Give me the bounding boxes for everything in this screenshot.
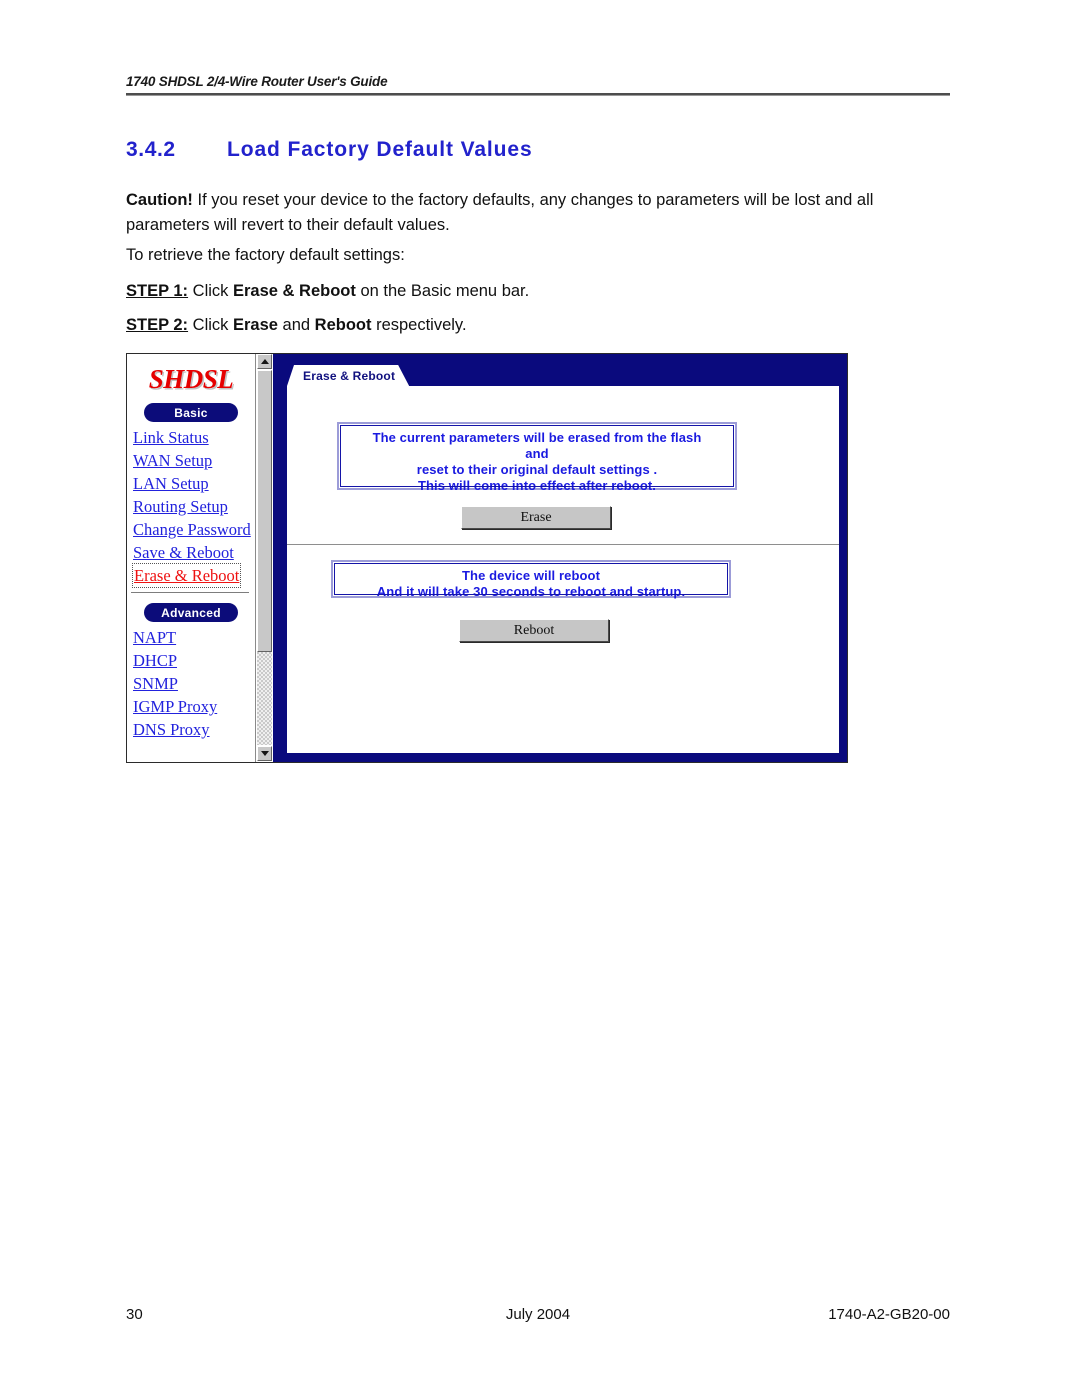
sidebar-scrollbar[interactable] xyxy=(256,354,273,762)
advanced-menu-list: NAPT DHCP SNMP IGMP Proxy DNS Proxy xyxy=(127,626,255,741)
erase-message-line-1: The current parameters will be erased fr… xyxy=(372,430,702,445)
caution-label: Caution! xyxy=(126,191,193,209)
sidebar-label[interactable]: Erase & Reboot xyxy=(131,563,242,588)
sidebar-label[interactable]: Change Password xyxy=(133,520,251,539)
footer-date: July 2004 xyxy=(505,1306,571,1323)
erase-message-line-3: reset to their original default settings… xyxy=(416,462,658,477)
sidebar-item-save-and-reboot[interactable]: Save & Reboot xyxy=(133,541,255,564)
page-running-header: 1740 SHDSL 2/4-Wire Router User's Guide xyxy=(126,74,950,96)
sidebar-item-routing-setup[interactable]: Routing Setup xyxy=(133,495,255,518)
sidebar-item-snmp[interactable]: SNMP xyxy=(133,672,255,695)
reboot-message-line-2: And it will take 30 seconds to reboot an… xyxy=(376,584,686,599)
scrollbar-track[interactable] xyxy=(257,370,272,745)
sidebar-label[interactable]: IGMP Proxy xyxy=(133,697,217,716)
sidebar-divider xyxy=(131,592,249,593)
sidebar-item-erase-and-reboot[interactable]: Erase & Reboot xyxy=(131,563,255,588)
section-number: 3.4.2 xyxy=(126,138,176,161)
scrollbar-thumb[interactable] xyxy=(257,370,272,652)
tab-erase-and-reboot[interactable]: Erase & Reboot xyxy=(287,365,409,386)
caution-paragraph: Caution! If you reset your device to the… xyxy=(126,188,938,238)
section-title: Load Factory Default Values xyxy=(227,138,533,161)
shdsl-logo: SHDSL xyxy=(148,364,234,394)
router-ui-screenshot: SHDSL Basic Link Status WAN Setup LAN Se… xyxy=(126,353,848,763)
sidebar-label[interactable]: Routing Setup xyxy=(133,497,228,516)
sidebar-item-link-status[interactable]: Link Status xyxy=(133,426,255,449)
step-2-bold-term-erase: Erase xyxy=(232,316,278,334)
sidebar-label[interactable]: LAN Setup xyxy=(133,474,209,493)
sidebar-label[interactable]: WAN Setup xyxy=(133,451,212,470)
sidebar-label[interactable]: Save & Reboot xyxy=(133,543,234,562)
running-header-text: 1740 SHDSL 2/4-Wire Router User's Guide xyxy=(126,74,388,89)
page-footer: 30 July 2004 1740-A2-GB20-00 xyxy=(126,1306,950,1323)
section-divider-rule xyxy=(287,544,839,545)
scroll-down-button[interactable] xyxy=(257,746,272,761)
erase-message-line-4: This will come into effect after reboot. xyxy=(417,478,657,493)
erase-message-line-2: and xyxy=(525,446,549,461)
tab-strip: Erase & Reboot xyxy=(273,354,847,386)
router-sidebar: SHDSL Basic Link Status WAN Setup LAN Se… xyxy=(127,354,256,762)
router-content-pane: The current parameters will be erased fr… xyxy=(287,386,839,753)
step-2-label: STEP 2: xyxy=(126,316,189,334)
advanced-menu-pill[interactable]: Advanced xyxy=(144,603,238,622)
sidebar-label[interactable]: DHCP xyxy=(133,651,177,670)
step-2-bold-term-reboot: Reboot xyxy=(314,316,372,334)
scroll-up-arrow-icon xyxy=(260,359,269,364)
footer-page-number: 30 xyxy=(126,1306,143,1323)
step-2-mid-text: and xyxy=(277,316,315,334)
sidebar-label[interactable]: NAPT xyxy=(133,628,176,647)
reboot-button[interactable]: Reboot xyxy=(459,619,609,642)
step-1-label: STEP 1: xyxy=(126,282,189,300)
sidebar-item-clipped[interactable] xyxy=(127,742,255,748)
sidebar-label[interactable]: Link Status xyxy=(133,428,209,447)
router-content-frame: Erase & Reboot The current parameters wi… xyxy=(273,354,847,762)
erase-message-box: The current parameters will be erased fr… xyxy=(337,422,737,493)
sidebar-item-lan-setup[interactable]: LAN Setup xyxy=(133,472,255,495)
basic-menu-pill[interactable]: Basic xyxy=(144,403,238,422)
sidebar-item-dns-proxy[interactable]: DNS Proxy xyxy=(133,718,255,741)
step-1-paragraph: STEP 1: Click Erase & Reboot on the Basi… xyxy=(126,279,938,304)
sidebar-item-wan-setup[interactable]: WAN Setup xyxy=(133,449,255,472)
sidebar-item-dhcp[interactable]: DHCP xyxy=(133,649,255,672)
step-2-paragraph: STEP 2: Click Erase and Reboot respectiv… xyxy=(126,313,938,338)
sidebar-label[interactable]: DNS Proxy xyxy=(133,720,210,739)
reboot-message-box: The device will reboot And it will take … xyxy=(331,560,731,599)
footer-document-number: 1740-A2-GB20-00 xyxy=(828,1306,950,1323)
header-divider-rule xyxy=(126,93,950,96)
sidebar-item-napt[interactable]: NAPT xyxy=(133,626,255,649)
retrieve-paragraph: To retrieve the factory default settings… xyxy=(126,246,405,264)
sidebar-item-change-password[interactable]: Change Password xyxy=(133,518,255,541)
sidebar-item-igmp-proxy[interactable]: IGMP Proxy xyxy=(133,695,255,718)
step-1-bold-term: Erase & Reboot xyxy=(232,282,356,300)
basic-menu-list: Link Status WAN Setup LAN Setup Routing … xyxy=(127,426,255,588)
sidebar-label[interactable]: SNMP xyxy=(133,674,178,693)
caution-text: If you reset your device to the factory … xyxy=(126,191,874,234)
step-1-post-text: on the Basic menu bar. xyxy=(355,282,530,300)
page-title: 3.4.2 Load Factory Default Values xyxy=(126,138,950,162)
erase-section: The current parameters will be erased fr… xyxy=(287,386,839,544)
scroll-down-arrow-icon xyxy=(260,751,269,756)
erase-button[interactable]: Erase xyxy=(461,506,611,529)
reboot-message-line-1: The device will reboot xyxy=(461,568,600,583)
step-2-post-text: respectively. xyxy=(371,316,467,334)
step-1-pre-text: Click xyxy=(188,282,233,300)
step-2-pre-text: Click xyxy=(188,316,233,334)
scroll-up-button[interactable] xyxy=(257,354,272,369)
